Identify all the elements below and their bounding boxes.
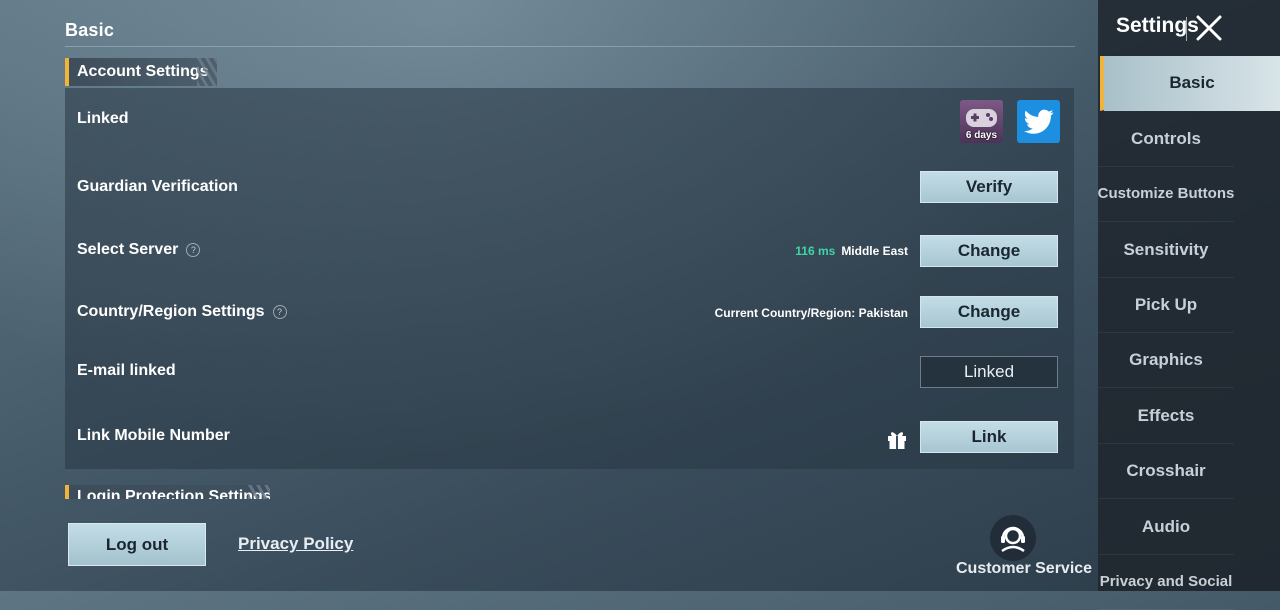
sidebar-item-customize-buttons[interactable]: Customize Buttons [1098, 166, 1234, 222]
login-protection-label: Login Protection Settings [77, 488, 270, 499]
country-region-label: Country/Region Settings [77, 303, 265, 320]
login-protection-header: Login Protection Settings [65, 485, 270, 499]
sidebar-item-sensitivity[interactable]: Sensitivity [1098, 222, 1234, 278]
email-linked-label: E-mail linked [77, 362, 176, 379]
link-mobile-label: Link Mobile Number [77, 427, 230, 444]
settings-sidebar: Settings Basic Controls Customize Button… [1098, 0, 1280, 610]
email-linked-button[interactable]: Linked [920, 356, 1058, 388]
help-icon[interactable]: ? [272, 304, 287, 319]
select-server-label: Select Server [77, 241, 179, 258]
ping-value: 116 ms [795, 244, 836, 258]
game-days-label: 6 days [965, 130, 998, 141]
guardian-verification-label: Guardian Verification [77, 178, 238, 195]
account-settings-label: Account Settings [77, 63, 209, 80]
help-icon[interactable]: ? [186, 242, 201, 257]
sidebar-item-basic[interactable]: Basic [1100, 56, 1280, 111]
customer-service-icon[interactable] [990, 515, 1036, 561]
close-icon[interactable] [1194, 13, 1224, 43]
server-status: 116 ms Middle East [795, 244, 908, 258]
section-divider [65, 46, 1075, 47]
account-settings-panel: Linked 6 days Guardian Verification Veri… [65, 88, 1074, 469]
privacy-policy-link[interactable]: Privacy Policy [238, 534, 353, 554]
customer-service-graphic [1001, 526, 1025, 553]
select-server-row: Select Server? [77, 241, 201, 259]
header-stripes [197, 58, 219, 86]
sidebar-item-graphics[interactable]: Graphics [1098, 332, 1234, 388]
game-controller-icon[interactable]: 6 days [960, 100, 1003, 143]
header-stripes [248, 485, 270, 499]
link-mobile-button[interactable]: Link [920, 421, 1058, 453]
title-divider [1186, 17, 1187, 41]
sidebar-item-crosshair[interactable]: Crosshair [1098, 443, 1234, 499]
account-settings-header: Account Settings [65, 58, 219, 86]
gift-icon [888, 432, 906, 449]
server-region: Middle East [841, 244, 908, 258]
sidebar-item-effects[interactable]: Effects [1098, 388, 1234, 444]
change-server-button[interactable]: Change [920, 235, 1058, 267]
country-region-row: Country/Region Settings? [77, 303, 287, 321]
sidebar-item-privacy-social[interactable]: Privacy and Social [1098, 554, 1234, 610]
sidebar-item-audio[interactable]: Audio [1098, 499, 1234, 555]
logout-button[interactable]: Log out [68, 523, 206, 566]
current-country-region: Current Country/Region: Pakistan [714, 306, 908, 320]
linked-label: Linked [77, 110, 129, 127]
verify-button[interactable]: Verify [920, 171, 1058, 203]
section-title: Basic [65, 20, 115, 40]
change-country-button[interactable]: Change [920, 296, 1058, 328]
sidebar-item-controls[interactable]: Controls [1098, 111, 1234, 167]
sidebar-item-pick-up[interactable]: Pick Up [1098, 277, 1234, 333]
twitter-bird-graphic [1023, 109, 1053, 134]
customer-service-label[interactable]: Customer Service [956, 560, 1092, 578]
twitter-icon[interactable] [1017, 100, 1060, 143]
